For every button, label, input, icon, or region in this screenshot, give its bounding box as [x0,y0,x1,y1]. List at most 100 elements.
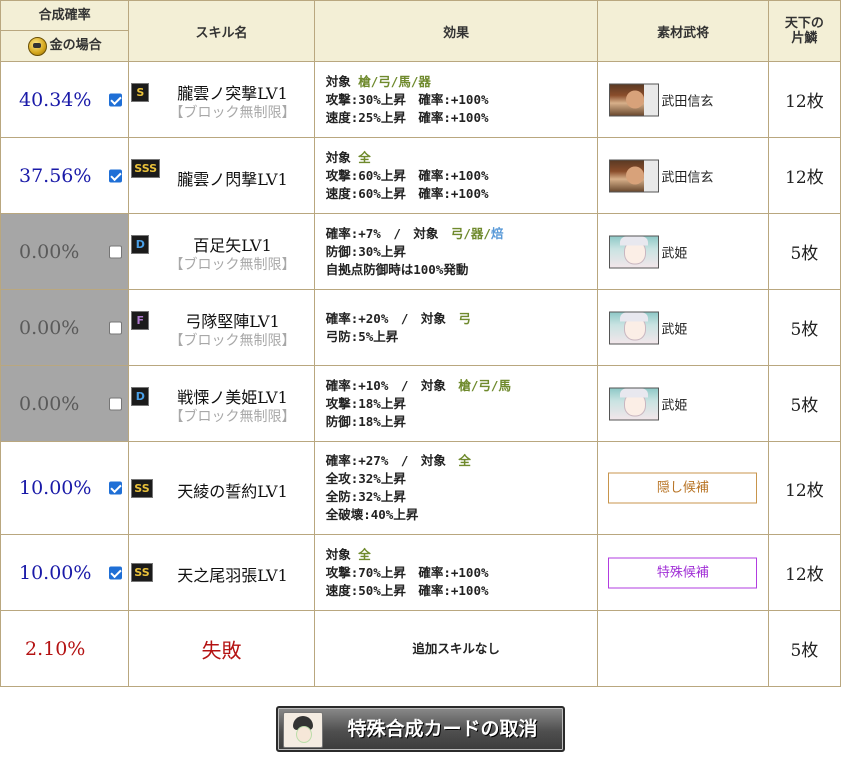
character-face-icon [283,712,323,748]
skill-checkbox[interactable] [109,245,122,258]
effect-cell: 追加スキルなし [313,610,599,687]
material-cell: 武田信玄 [597,137,769,214]
failure-label: 失敗 [201,638,242,662]
skill-name: 朧雲ノ突撃LV1 [177,84,288,103]
skill-block-note: 【ブロック無制限】 [169,257,296,273]
material-cell: 武姫 [597,213,769,290]
fragment-count: 5枚 [767,610,842,687]
fragment-count: 12枚 [767,534,842,611]
skill-cell: D 百足矢LV1 【ブロック無制限】 [128,213,315,290]
skill-checkbox[interactable] [109,481,122,495]
skill-checkbox[interactable] [109,321,122,334]
rate-cell: 40.34% [0,61,130,138]
fragment-count: 12枚 [767,61,842,138]
skill-name: 天綾の誓約LV1 [177,482,288,501]
rate-cell: 37.56% [0,137,130,214]
effect-cell: 対象 槍/弓/馬/器 攻撃:30%上昇 確率:+100% 速度:25%上昇 確率… [313,61,599,138]
synthesis-table: 合成確率 金の場合 スキル名 効果 素材武将 天下の 片鱗 40.34% S 朧雲… [0,0,842,687]
table-row: 2.10% 失敗 追加スキルなし 5枚 [0,610,842,687]
skill-cell: D 戦慄ノ美姫LV1 【ブロック無制限】 [128,365,315,442]
material-cell: 武田信玄 [597,61,769,138]
effect-cell: 確率:+20% / 対象 弓 弓防:5%上昇 [313,289,599,366]
skill-checkbox[interactable] [109,566,122,579]
rate-value: 0.00% [19,392,80,415]
rate-cell: 10.00% [0,534,130,611]
skill-name: 弓隊堅陣LV1 [185,312,280,331]
material-cell: 隠し候補 [597,441,769,535]
skill-cell: 失敗 [128,610,315,687]
rate-cell: 2.10% [0,610,130,687]
portrait-icon[interactable] [609,235,660,268]
material-cell: 武姫 [597,289,769,366]
material-name: 武姫 [661,246,688,261]
skill-block-note: 【ブロック無制限】 [169,409,296,425]
material-name: 武田信玄 [661,170,714,185]
gold-coin-icon [27,36,47,56]
rate-cell: 0.00% [0,213,130,290]
skill-block-note: 【ブロック無制限】 [169,105,296,121]
table-row: 0.00% D 戦慄ノ美姫LV1 【ブロック無制限】 確率:+10% / 対象 … [0,365,842,442]
header-skill: スキル名 [128,0,315,62]
material-name: 武田信玄 [661,94,714,109]
rate-value: 0.00% [19,240,80,263]
skill-checkbox[interactable] [109,93,122,106]
material-cell: 武姫 [597,365,769,442]
header-fragments: 天下の 片鱗 [767,0,842,62]
effect-cell: 対象 全 攻撃:70%上昇 確率:+100% 速度:50%上昇 確率:+100% [313,534,599,611]
table-row: 0.00% F 弓隊堅陣LV1 【ブロック無制限】 確率:+20% / 対象 弓… [0,289,842,366]
skill-block-note: 【ブロック無制限】 [169,333,296,349]
rate-value: 40.34% [19,88,92,111]
effect-cell: 確率:+27% / 対象 全 全攻:32%上昇 全防:32%上昇 全破壊:40%… [313,441,599,535]
table-row: 10.00% SS 天綾の誓約LV1 確率:+27% / 対象 全 全攻:32%… [0,441,842,535]
fragment-count: 5枚 [767,289,842,366]
skill-cell: SS 天綾の誓約LV1 [128,441,315,535]
special-candidate-button[interactable]: 特殊候補 [608,557,758,588]
header-rate-title: 合成確率 [1,1,129,31]
table-row: 10.00% SS 天之尾羽張LV1 対象 全 攻撃:70%上昇 確率:+100… [0,534,842,611]
skill-cell: F 弓隊堅陣LV1 【ブロック無制限】 [128,289,315,366]
rank-badge-icon: SS [131,479,153,498]
rank-badge-icon: SS [131,563,153,582]
rate-value: 10.00% [19,561,92,584]
header-row: 合成確率 金の場合 スキル名 効果 素材武将 天下の 片鱗 [0,0,842,62]
skill-checkbox[interactable] [109,397,122,410]
skill-name: 朧雲ノ閃撃LV1 [177,170,288,189]
rank-badge-icon: S [131,83,150,102]
fragment-count: 5枚 [767,213,842,290]
material-cell [597,610,769,687]
rank-badge-icon: D [131,387,150,406]
skill-cell: SS 天之尾羽張LV1 [128,534,315,611]
portrait-icon[interactable] [609,159,660,192]
rate-value: 10.00% [19,477,92,499]
header-rate: 合成確率 金の場合 [0,0,130,62]
header-gold-label: 金の場合 [49,38,102,53]
fragment-count: 12枚 [767,441,842,535]
fragment-count: 12枚 [767,137,842,214]
table-row: 0.00% D 百足矢LV1 【ブロック無制限】 確率:+7% / 対象 弓/器… [0,213,842,290]
rank-badge-icon: D [131,235,150,254]
material-name: 武姫 [661,322,688,337]
portrait-icon[interactable] [609,387,660,420]
fragment-count: 5枚 [767,365,842,442]
rank-badge-icon: F [131,311,150,330]
rate-value: 0.00% [19,316,80,339]
skill-cell: S 朧雲ノ突撃LV1 【ブロック無制限】 [128,61,315,138]
hidden-candidate-button[interactable]: 隠し候補 [608,472,758,504]
portrait-icon[interactable] [609,83,660,116]
rate-cell: 0.00% [0,365,130,442]
cancel-button-label: 特殊合成カードの取消 [347,718,538,740]
rate-cell: 10.00% [0,441,130,535]
material-cell: 特殊候補 [597,534,769,611]
cancel-special-card-button[interactable]: 特殊合成カードの取消 [276,706,565,752]
effect-cell: 確率:+10% / 対象 槍/弓/馬 攻撃:18%上昇 防御:18%上昇 [313,365,599,442]
portrait-icon[interactable] [609,311,660,344]
skill-cell: SSS 朧雲ノ閃撃LV1 [128,137,315,214]
skill-checkbox[interactable] [109,169,122,182]
skill-name: 天之尾羽張LV1 [177,566,288,585]
header-material: 素材武将 [597,0,769,62]
table-row: 40.34% S 朧雲ノ突撃LV1 【ブロック無制限】 対象 槍/弓/馬/器 攻… [0,61,842,138]
skill-name: 戦慄ノ美姫LV1 [177,388,288,407]
header-effect: 効果 [313,0,599,62]
rate-value: 37.56% [19,164,92,187]
skill-name: 百足矢LV1 [193,236,272,255]
